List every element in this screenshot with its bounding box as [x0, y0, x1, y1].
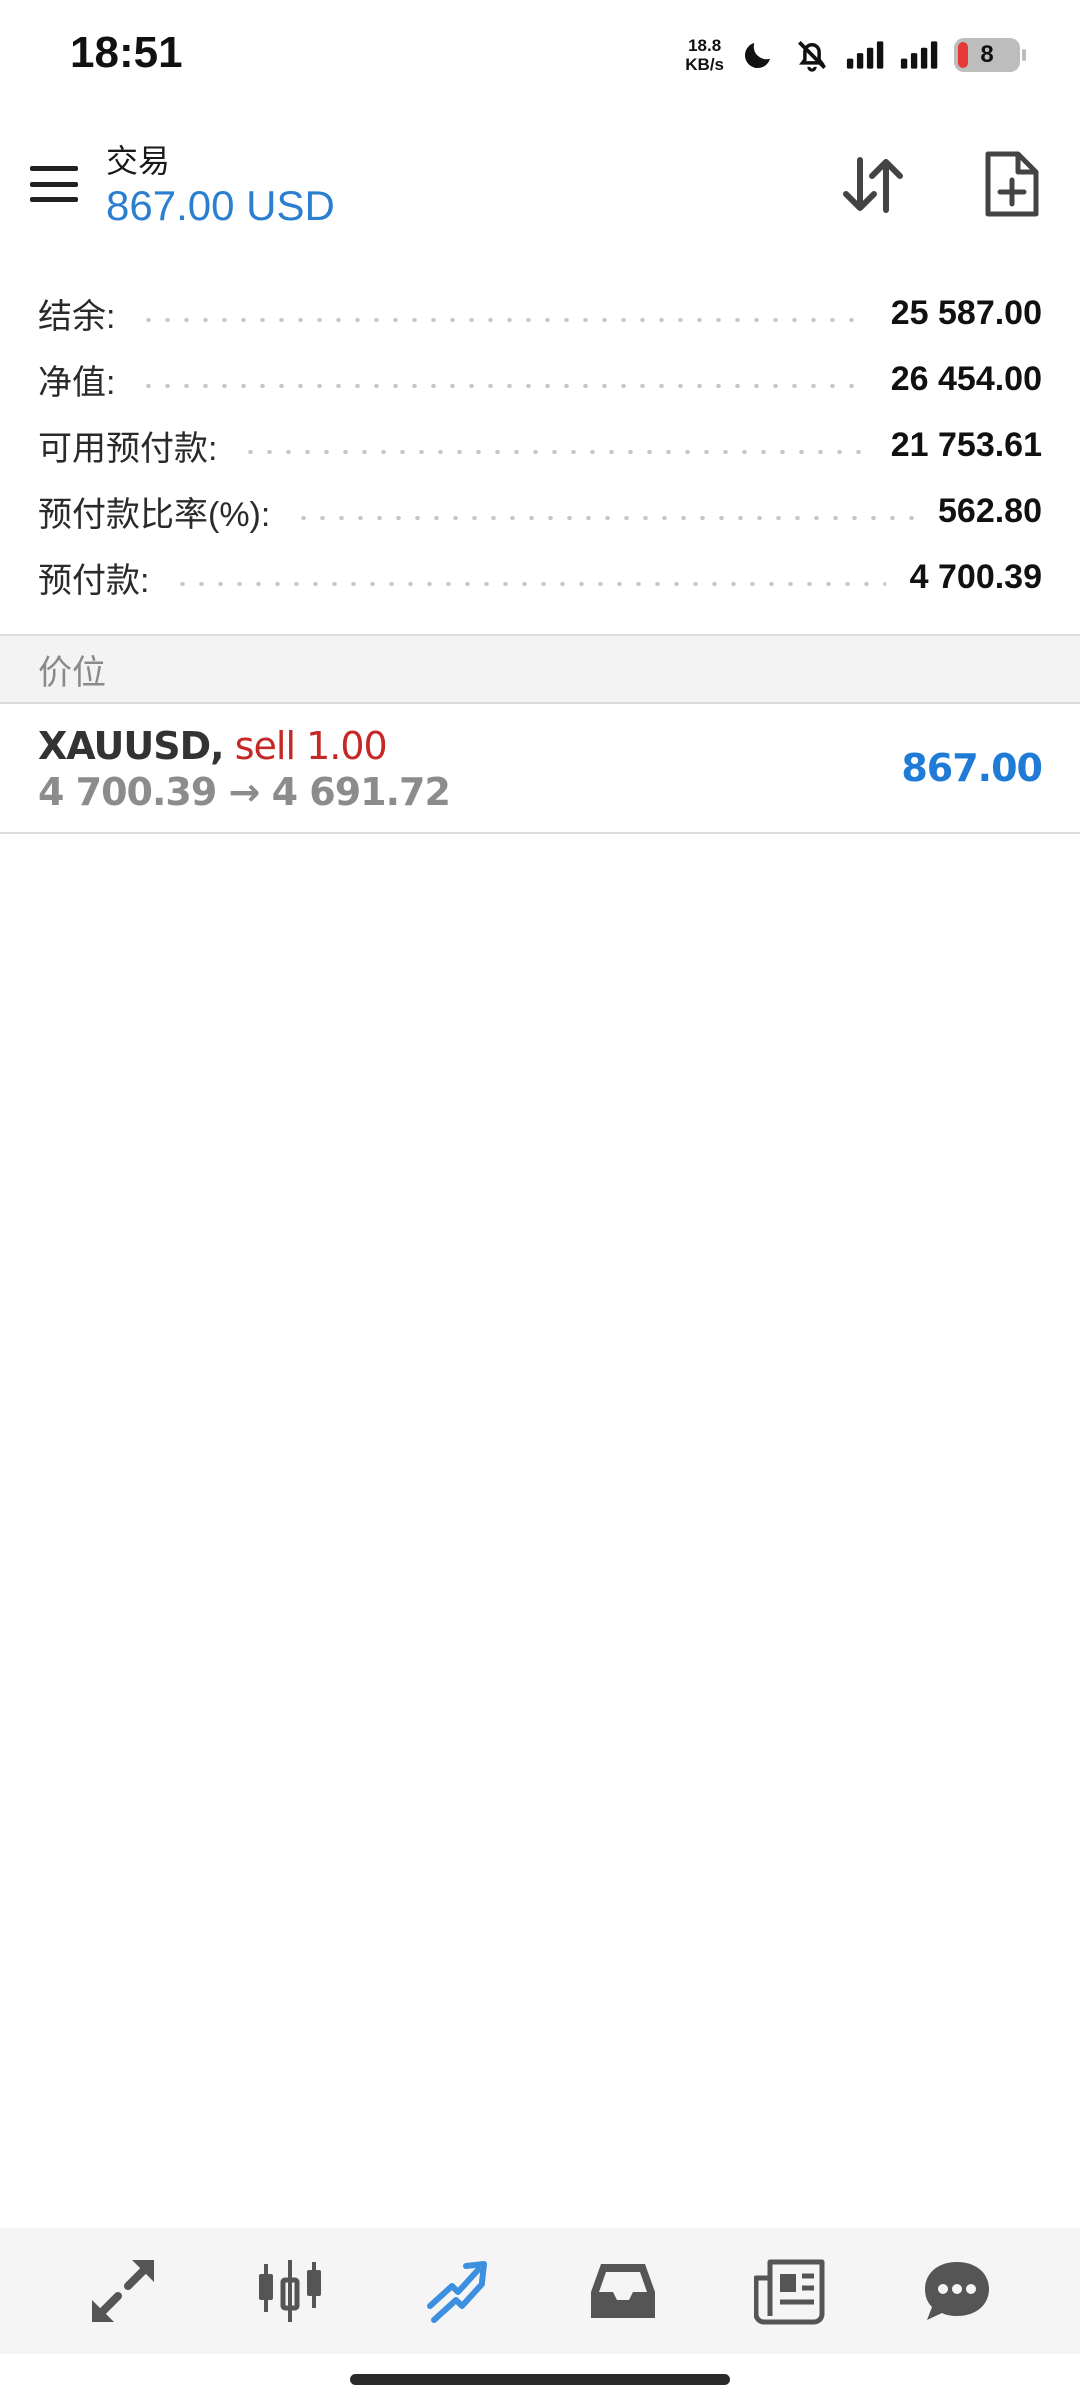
summary-label: 净值: — [38, 363, 116, 402]
status-bar: 18:51 18.8 KB/s 8 — [0, 0, 1080, 110]
net-speed-value: 18.8 — [688, 36, 722, 55]
section-title: 价位 — [38, 653, 106, 692]
summary-row-margin-level: 预付款比率(%): 562.80 — [0, 478, 1080, 544]
moon-icon — [738, 35, 778, 75]
summary-row-balance: 结余: 25 587.00 — [0, 280, 1080, 346]
quotes-icon[interactable] — [83, 2251, 163, 2331]
position-separator: , — [210, 724, 224, 768]
sort-icon[interactable] — [838, 150, 908, 220]
news-icon[interactable] — [750, 2251, 830, 2331]
summary-value: 21 753.61 — [890, 425, 1042, 464]
summary-row-margin: 预付款: 4 700.39 — [0, 544, 1080, 610]
battery-icon: 8 — [954, 38, 1026, 72]
app-header: 交易 867.00 USD — [0, 120, 1080, 250]
messages-icon[interactable] — [917, 2251, 997, 2331]
bell-off-icon — [792, 35, 832, 75]
chart-icon[interactable] — [250, 2251, 330, 2331]
dotted-leader — [241, 450, 867, 454]
account-summary: 结余: 25 587.00 净值: 26 454.00 可用预付款: 21 75… — [0, 280, 1080, 610]
page-title: 交易 — [106, 143, 171, 179]
home-indicator[interactable] — [350, 2374, 730, 2385]
position-header: XAUUSD, sell 1.00 — [38, 724, 388, 768]
position-profit: 867.00 — [901, 746, 1043, 790]
bottom-navigation — [0, 2228, 1080, 2354]
positions-section-header: 价位 — [0, 634, 1080, 704]
status-icons: 18.8 KB/s 8 — [685, 30, 1026, 80]
new-order-icon[interactable] — [978, 150, 1044, 220]
trade-icon[interactable] — [417, 2251, 497, 2331]
position-prices: 4 700.39 → 4 691.72 — [38, 770, 451, 814]
summary-value: 4 700.39 — [909, 557, 1042, 596]
position-row[interactable]: XAUUSD, sell 1.00 4 700.39 → 4 691.72 86… — [0, 706, 1080, 834]
dotted-leader — [294, 516, 914, 520]
dotted-leader — [139, 384, 867, 388]
summary-label: 预付款: — [38, 561, 150, 600]
summary-value: 562.80 — [938, 491, 1042, 530]
signal-icon — [900, 35, 940, 75]
status-time: 18:51 — [70, 28, 183, 77]
summary-row-free-margin: 可用预付款: 21 753.61 — [0, 412, 1080, 478]
history-icon[interactable] — [583, 2251, 663, 2331]
summary-row-equity: 净值: 26 454.00 — [0, 346, 1080, 412]
summary-value: 26 454.00 — [890, 359, 1042, 398]
summary-label: 预付款比率(%): — [38, 495, 271, 534]
dotted-leader — [173, 582, 886, 586]
signal-icon — [846, 35, 886, 75]
total-profit: 867.00 USD — [106, 182, 335, 229]
position-symbol: XAUUSD — [38, 724, 211, 768]
dotted-leader — [139, 318, 867, 322]
net-speed: 18.8 KB/s — [685, 36, 724, 74]
menu-icon[interactable] — [26, 160, 82, 208]
position-side: sell 1.00 — [234, 724, 388, 768]
summary-value: 25 587.00 — [890, 293, 1042, 332]
summary-label: 可用预付款: — [38, 429, 218, 468]
net-speed-unit: KB/s — [685, 55, 724, 74]
battery-level: 8 — [980, 41, 994, 68]
summary-label: 结余: — [38, 297, 116, 336]
